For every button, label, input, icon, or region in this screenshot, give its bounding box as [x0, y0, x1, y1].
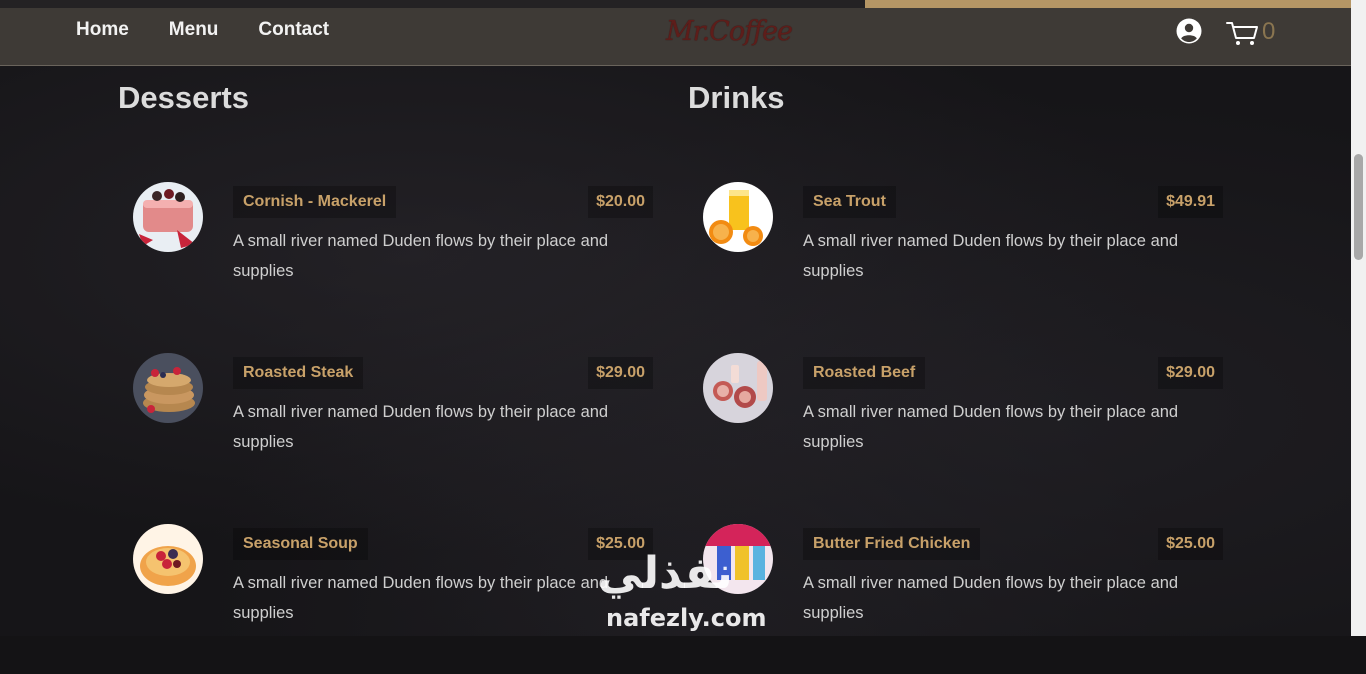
dessert-tart-image [133, 524, 203, 594]
item-name: Roasted Beef [803, 357, 926, 389]
item-price: $29.00 [588, 357, 653, 389]
scrollbar-thumb[interactable] [1354, 154, 1363, 260]
nav-menu-link[interactable]: Menu [169, 19, 219, 41]
item-description: A small river named Duden flows by their… [803, 574, 1179, 622]
drink-colorful-image [703, 524, 773, 594]
menu-item-drink[interactable]: Roasted Beef $29.00 A small river named … [703, 353, 1223, 503]
item-description: A small river named Duden flows by their… [803, 403, 1179, 451]
item-name: Roasted Steak [233, 357, 364, 389]
item-price: $29.00 [1158, 357, 1223, 389]
item-price: $49.91 [1158, 186, 1223, 218]
desserts-title: Desserts [118, 80, 249, 115]
top-strip-right [865, 0, 1351, 8]
drink-orange-juice-image [703, 182, 773, 252]
item-description: A small river named Duden flows by their… [233, 232, 609, 280]
item-name: Butter Fried Chicken [803, 528, 981, 560]
site-logo[interactable]: Mr.Coffee [660, 12, 793, 56]
user-account-icon[interactable] [1176, 18, 1202, 44]
drinks-title: Drinks [688, 80, 785, 115]
shopping-cart-icon[interactable] [1226, 21, 1260, 47]
item-name: Seasonal Soup [233, 528, 368, 560]
cart-count: 0 [1262, 18, 1276, 45]
logo-text: Mr.Coffee [666, 16, 793, 47]
item-description: A small river named Duden flows by their… [233, 403, 609, 451]
item-name: Cornish - Mackerel [233, 186, 397, 218]
menu-item-drink[interactable]: Butter Fried Chicken $25.00 A small rive… [703, 524, 1223, 674]
item-price: $25.00 [588, 528, 653, 560]
drink-glasses-image [703, 353, 773, 423]
nav-contact-link[interactable]: Contact [258, 19, 329, 41]
nav-links: Home Menu Contact [76, 19, 369, 41]
nav-home-link[interactable]: Home [76, 19, 129, 41]
item-description: A small river named Duden flows by their… [233, 574, 609, 622]
menu-item-dessert[interactable]: Seasonal Soup $25.00 A small river named… [133, 524, 653, 674]
top-strip-left [0, 0, 865, 8]
item-price: $25.00 [1158, 528, 1223, 560]
dessert-cake-image [133, 182, 203, 252]
item-name: Sea Trout [803, 186, 896, 218]
menu-item-dessert[interactable]: Roasted Steak $29.00 A small river named… [133, 353, 653, 503]
navbar: Home Menu Contact Mr.Coffee 0 [0, 8, 1351, 66]
menu-item-dessert[interactable]: Cornish - Mackerel $20.00 A small river … [133, 182, 653, 332]
dessert-pancakes-image [133, 353, 203, 423]
menu-item-drink[interactable]: Sea Trout $49.91 A small river named Dud… [703, 182, 1223, 332]
item-price: $20.00 [588, 186, 653, 218]
vertical-scrollbar[interactable] [1351, 0, 1366, 636]
item-description: A small river named Duden flows by their… [803, 232, 1179, 280]
